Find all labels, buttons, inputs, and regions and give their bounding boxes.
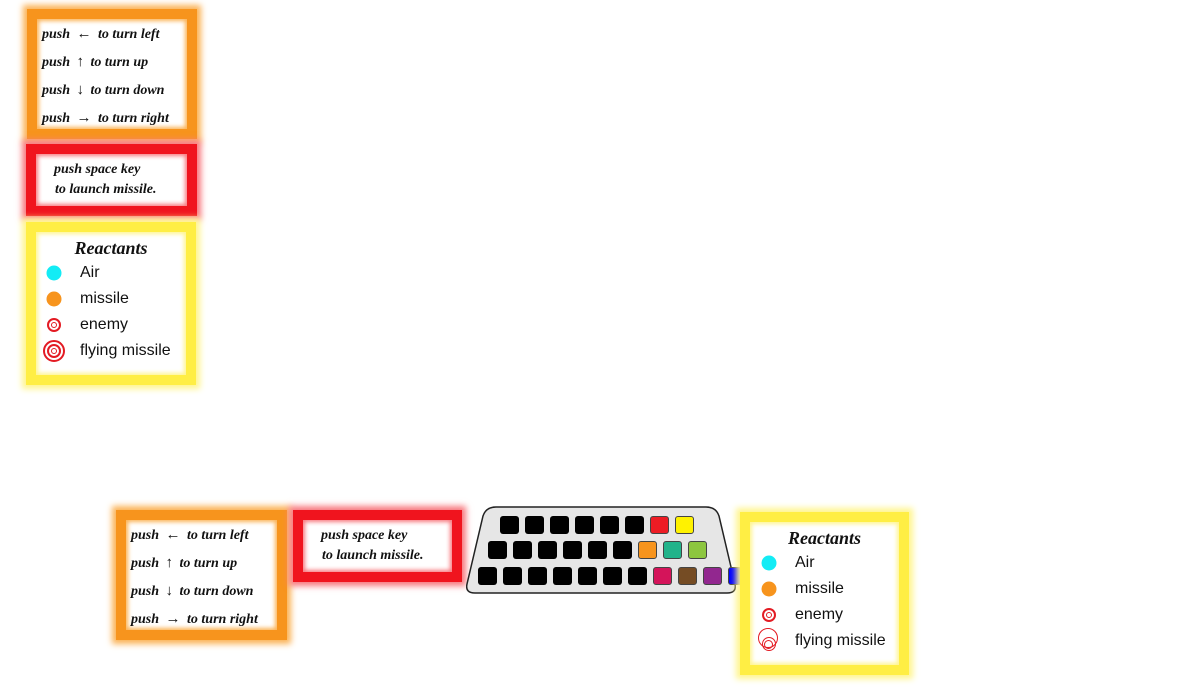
legend-item-enemy: enemy (754, 602, 899, 628)
keyboard-key (678, 567, 697, 585)
launch-line-1: push space key (54, 162, 141, 177)
legend-item-enemy: enemy (39, 312, 186, 338)
keyboard-key (500, 516, 519, 534)
turn-right-instruction: push → to turn right (42, 110, 169, 126)
keyboard-key (513, 541, 532, 559)
keyboard-key (703, 567, 722, 585)
double-ring-icon (47, 318, 61, 332)
keyboard-key (575, 516, 594, 534)
legend-item-air: Air (754, 550, 899, 576)
reactants-list: Air missile enemy flying missile (754, 550, 899, 654)
keyboard-key (675, 516, 694, 534)
keyboard-key (553, 567, 572, 585)
turn-left-instruction: push ← to turn left (131, 527, 249, 543)
launch-line-2: to launch missile. (55, 182, 157, 197)
arrow-controls-list: push ← to turn left push ↑ to turn up pu… (37, 19, 187, 132)
keyboard-key (638, 541, 657, 559)
left-arrow-icon: ← (165, 527, 181, 543)
arrow-controls-list: push ← to turn left push ↑ to turn up pu… (126, 520, 277, 633)
reactants-title: Reactants (787, 528, 861, 548)
keyboard-key (628, 567, 647, 585)
turn-right-instruction: push → to turn right (131, 611, 258, 627)
keyboard-key (488, 541, 507, 559)
keyboard-key (653, 567, 672, 585)
legend-item-flying-missile: flying missile (39, 338, 186, 364)
arrow-controls-panel-bottom: push ← to turn left push ↑ to turn up pu… (116, 510, 287, 640)
cyan-dot-icon (761, 555, 777, 571)
left-arrow-icon: ← (76, 26, 92, 42)
keyboard-key (588, 541, 607, 559)
down-arrow-icon: ↓ (165, 583, 174, 599)
right-arrow-icon: → (76, 110, 92, 126)
reactants-list: Air missile enemy flying missile (39, 260, 186, 364)
orange-dot-icon (761, 581, 777, 597)
legend-item-air: Air (39, 260, 186, 286)
arrow-controls-panel-top: push ← to turn left push ↑ to turn up pu… (27, 9, 197, 139)
up-arrow-icon: ↑ (165, 555, 174, 571)
triple-ring-icon (43, 340, 65, 362)
orange-dot-icon (46, 291, 62, 307)
up-arrow-icon: ↑ (76, 54, 85, 70)
keyboard-key (603, 567, 622, 585)
keyboard-key (578, 567, 597, 585)
keyboard-key (503, 567, 522, 585)
down-arrow-icon: ↓ (76, 82, 85, 98)
triple-ring-icon (758, 628, 780, 654)
legend-item-missile: missile (754, 576, 899, 602)
keyboard-key (525, 516, 544, 534)
launch-instruction-panel-bottom: push space key to launch missile. (293, 510, 462, 582)
turn-up-instruction: push ↑ to turn up (42, 54, 149, 70)
keyboard-key (688, 541, 707, 559)
keyboard-key (663, 541, 682, 559)
keyboard-key (600, 516, 619, 534)
turn-down-instruction: push ↓ to turn down (42, 82, 165, 98)
keyboard-key (650, 516, 669, 534)
keyboard-key (563, 541, 582, 559)
keyboard-key (478, 567, 497, 585)
legend-item-missile: missile (39, 286, 186, 312)
launch-line-2: to launch missile. (322, 548, 424, 563)
launch-instruction-text: push space key to launch missile. (36, 154, 187, 200)
legend-item-flying-missile: flying missile (754, 628, 899, 654)
keyboard-key (613, 541, 632, 559)
cyan-dot-icon (46, 265, 62, 281)
keyboard-connector (466, 506, 747, 595)
turn-up-instruction: push ↑ to turn up (131, 555, 238, 571)
launch-instruction-text: push space key to launch missile. (303, 520, 452, 566)
keyboard-key (625, 516, 644, 534)
double-ring-icon (762, 608, 776, 622)
keyboard-key (550, 516, 569, 534)
turn-down-instruction: push ↓ to turn down (131, 583, 254, 599)
keyboard-key (528, 567, 547, 585)
reactants-legend-top: Reactants Air missile enemy flying missi… (26, 222, 196, 385)
right-arrow-icon: → (165, 611, 181, 627)
keyboard-key (538, 541, 557, 559)
reactants-title: Reactants (74, 238, 148, 258)
reactants-legend-bottom: Reactants Air missile enemy flying missi… (740, 512, 909, 675)
turn-left-instruction: push ← to turn left (42, 26, 160, 42)
launch-instruction-panel-top: push space key to launch missile. (26, 144, 197, 216)
launch-line-1: push space key (321, 528, 408, 543)
